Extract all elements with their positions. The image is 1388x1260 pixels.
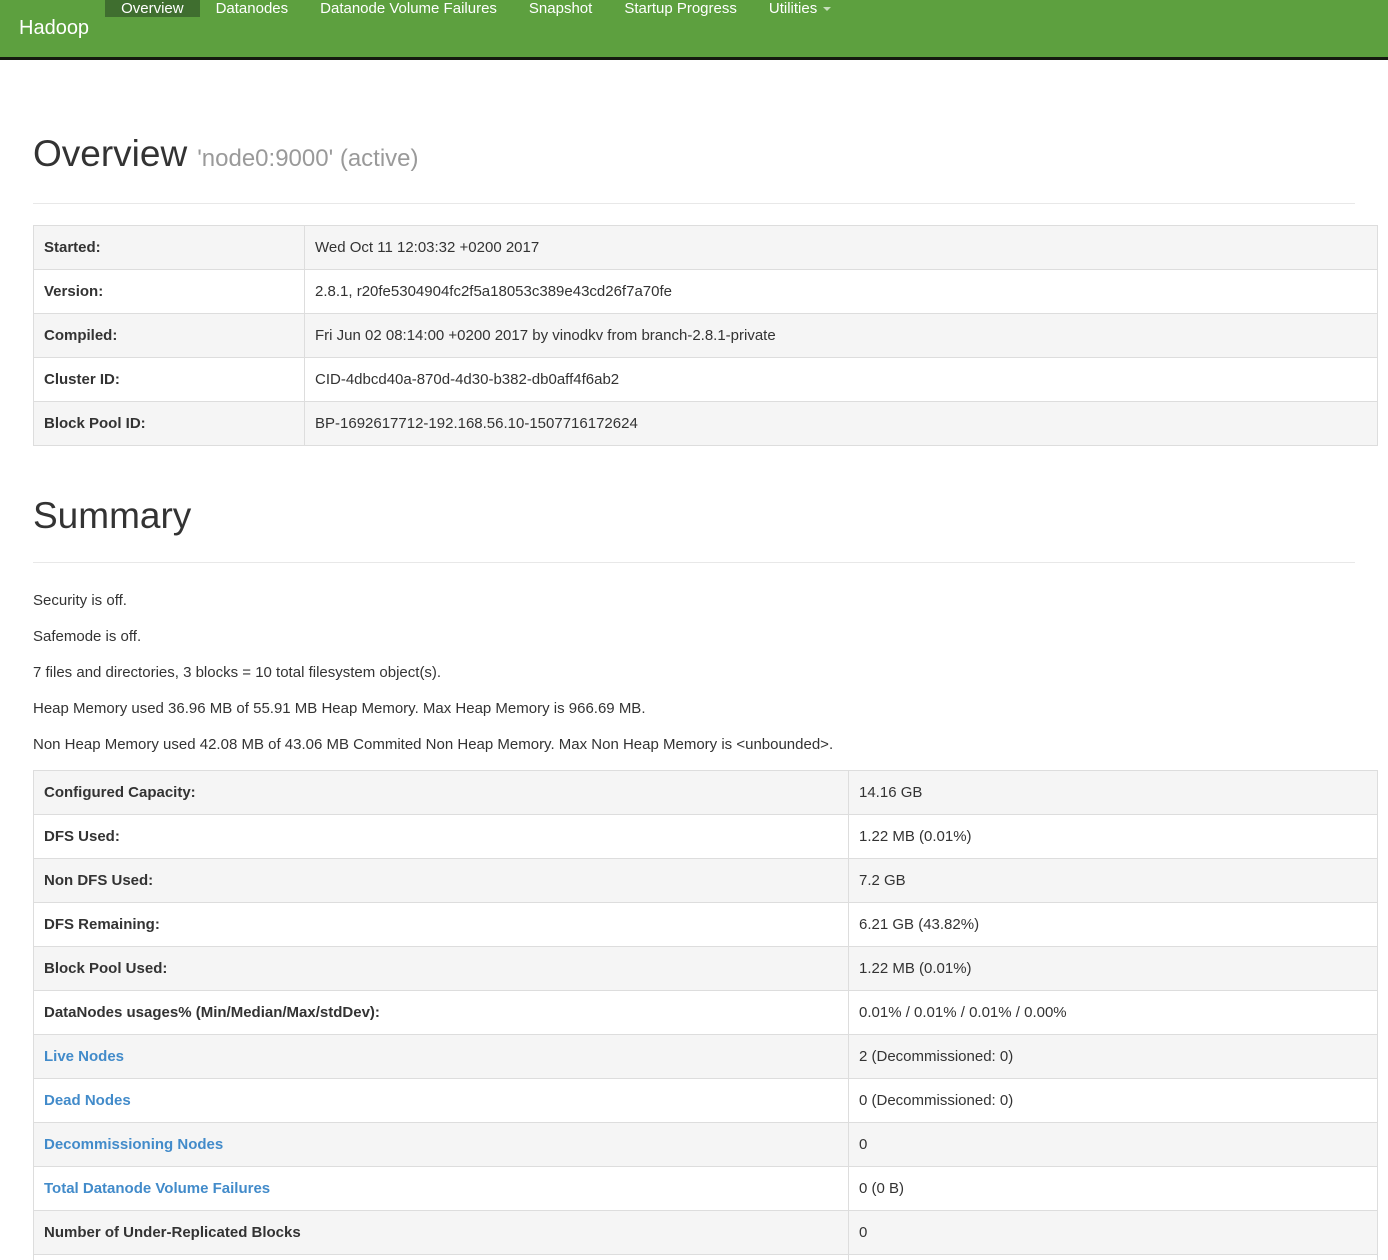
nav-tab-overview[interactable]: Overview <box>105 0 200 17</box>
row-label: Started: <box>34 226 305 270</box>
table-row: Block Pool ID: BP-1692617712-192.168.56.… <box>34 402 1378 446</box>
security-status-text: Security is off. <box>33 590 1377 611</box>
summary-title: Summary <box>33 495 1377 537</box>
nav-dropdown-utilities-label: Utilities <box>769 0 817 17</box>
row-value: BP-1692617712-192.168.56.10-150771617262… <box>305 402 1378 446</box>
row-value: 0 (0 B) <box>849 1167 1378 1211</box>
table-row: Configured Capacity: 14.16 GB <box>34 771 1378 815</box>
row-label: DFS Used: <box>34 815 849 859</box>
table-row: Non DFS Used: 7.2 GB <box>34 859 1378 903</box>
table-row: Decommissioning Nodes 0 <box>34 1123 1378 1167</box>
heap-memory-text: Heap Memory used 36.96 MB of 55.91 MB He… <box>33 698 1377 719</box>
dead-nodes-link[interactable]: Dead Nodes <box>44 1092 131 1109</box>
table-row: DataNodes usages% (Min/Median/Max/stdDev… <box>34 991 1378 1035</box>
table-row: Number of Blocks Pending Deletion 0 <box>34 1255 1378 1260</box>
row-value: 6.21 GB (43.82%) <box>849 903 1378 947</box>
row-label: Number of Blocks Pending Deletion <box>34 1255 849 1260</box>
filesystem-objects-text: 7 files and directories, 3 blocks = 10 t… <box>33 662 1377 683</box>
table-row: Total Datanode Volume Failures 0 (0 B) <box>34 1167 1378 1211</box>
row-label: DFS Remaining: <box>34 903 849 947</box>
summary-paragraphs: Security is off. Safemode is off. 7 file… <box>33 590 1377 755</box>
table-row: DFS Used: 1.22 MB (0.01%) <box>34 815 1378 859</box>
row-value: 2.8.1, r20fe5304904fc2f5a18053c389e43cd2… <box>305 270 1378 314</box>
page-title: Overview 'node0:9000' (active) <box>33 133 1377 180</box>
row-label: Version: <box>34 270 305 314</box>
table-row: Compiled: Fri Jun 02 08:14:00 +0200 2017… <box>34 314 1378 358</box>
row-value: 14.16 GB <box>849 771 1378 815</box>
divider <box>33 562 1355 563</box>
row-value: 2 (Decommissioned: 0) <box>849 1035 1378 1079</box>
decommissioning-nodes-link[interactable]: Decommissioning Nodes <box>44 1136 223 1153</box>
row-label: Non DFS Used: <box>34 859 849 903</box>
live-nodes-link[interactable]: Live Nodes <box>44 1048 124 1065</box>
table-row: Started: Wed Oct 11 12:03:32 +0200 2017 <box>34 226 1378 270</box>
row-value: 0.01% / 0.01% / 0.01% / 0.00% <box>849 991 1378 1035</box>
row-value: CID-4dbcd40a-870d-4d30-b382-db0aff4f6ab2 <box>305 358 1378 402</box>
row-value: Fri Jun 02 08:14:00 +0200 2017 by vinodk… <box>305 314 1378 358</box>
row-label: Number of Under-Replicated Blocks <box>34 1211 849 1255</box>
safemode-status-text: Safemode is off. <box>33 626 1377 647</box>
overview-info-table: Started: Wed Oct 11 12:03:32 +0200 2017 … <box>33 225 1378 446</box>
row-value: 0 <box>849 1211 1378 1255</box>
top-navbar: Hadoop Overview Datanodes Datanode Volum… <box>0 0 1388 60</box>
table-row: DFS Remaining: 6.21 GB (43.82%) <box>34 903 1378 947</box>
brand-hadoop[interactable]: Hadoop <box>0 0 105 57</box>
table-row: Version: 2.8.1, r20fe5304904fc2f5a18053c… <box>34 270 1378 314</box>
row-label: Configured Capacity: <box>34 771 849 815</box>
row-label: Block Pool Used: <box>34 947 849 991</box>
row-value: 7.2 GB <box>849 859 1378 903</box>
row-value: Wed Oct 11 12:03:32 +0200 2017 <box>305 226 1378 270</box>
table-row: Number of Under-Replicated Blocks 0 <box>34 1211 1378 1255</box>
page-content: Overview 'node0:9000' (active) Started: W… <box>0 133 1388 1260</box>
page-title-text: Overview <box>33 133 187 174</box>
table-row: Dead Nodes 0 (Decommissioned: 0) <box>34 1079 1378 1123</box>
row-value: 0 <box>849 1255 1378 1260</box>
total-datanode-volume-failures-link[interactable]: Total Datanode Volume Failures <box>44 1180 270 1197</box>
divider <box>33 203 1355 204</box>
non-heap-memory-text: Non Heap Memory used 42.08 MB of 43.06 M… <box>33 734 1377 755</box>
nav-list: Overview Datanodes Datanode Volume Failu… <box>105 0 847 57</box>
table-row: Block Pool Used: 1.22 MB (0.01%) <box>34 947 1378 991</box>
row-value: 0 <box>849 1123 1378 1167</box>
nav-tab-datanode-volume-failures[interactable]: Datanode Volume Failures <box>304 0 513 17</box>
nav-tab-datanodes[interactable]: Datanodes <box>200 0 305 17</box>
row-label: Cluster ID: <box>34 358 305 402</box>
page-subtitle: 'node0:9000' (active) <box>197 145 418 172</box>
row-value: 0 (Decommissioned: 0) <box>849 1079 1378 1123</box>
row-label: Compiled: <box>34 314 305 358</box>
nav-tab-startup-progress[interactable]: Startup Progress <box>608 0 753 17</box>
table-row: Cluster ID: CID-4dbcd40a-870d-4d30-b382-… <box>34 358 1378 402</box>
row-label: Block Pool ID: <box>34 402 305 446</box>
table-row: Live Nodes 2 (Decommissioned: 0) <box>34 1035 1378 1079</box>
summary-table: Configured Capacity: 14.16 GB DFS Used: … <box>33 770 1378 1260</box>
nav-tab-snapshot[interactable]: Snapshot <box>513 0 608 17</box>
row-value: 1.22 MB (0.01%) <box>849 947 1378 991</box>
nav-dropdown-utilities[interactable]: Utilities <box>753 0 847 17</box>
chevron-down-icon <box>823 7 831 11</box>
row-value: 1.22 MB (0.01%) <box>849 815 1378 859</box>
row-label: DataNodes usages% (Min/Median/Max/stdDev… <box>34 991 849 1035</box>
